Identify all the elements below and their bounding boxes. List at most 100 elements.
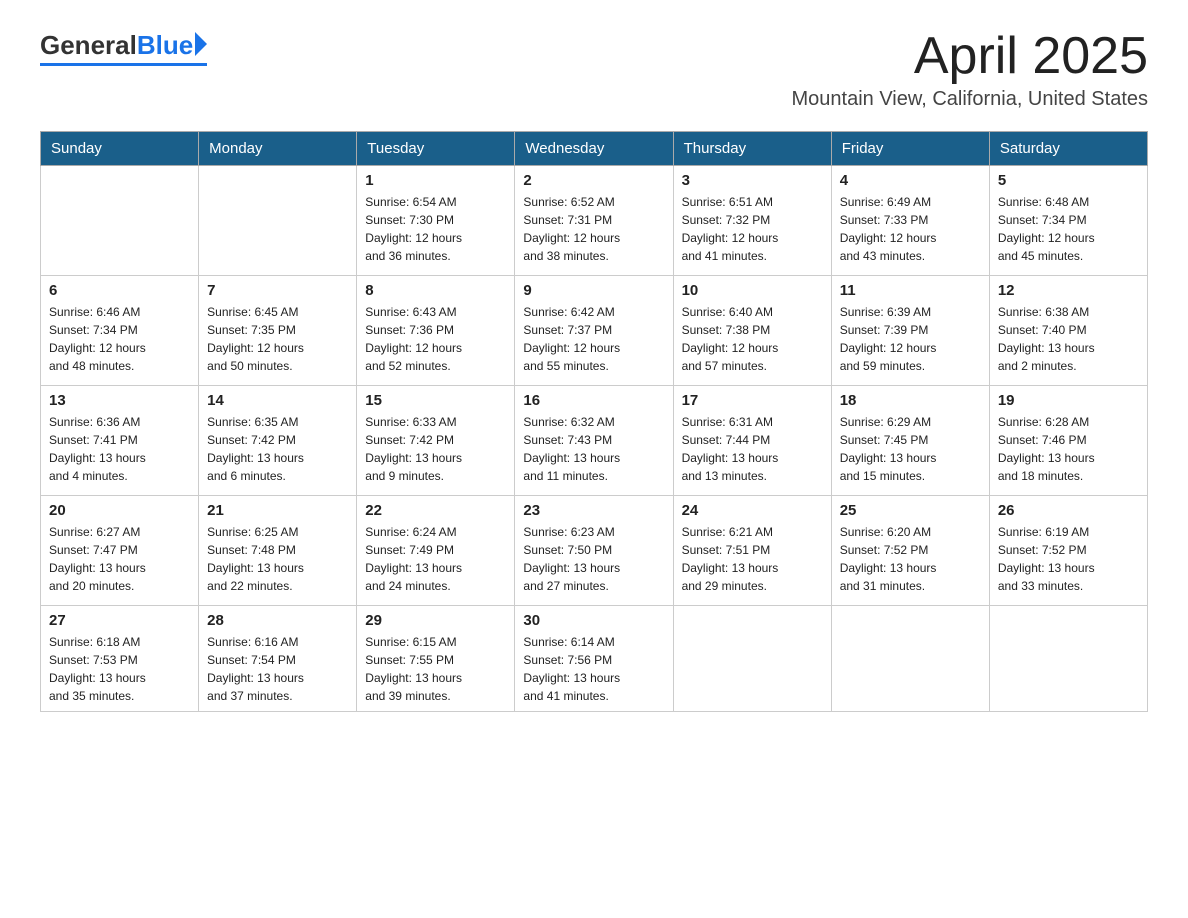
day-number: 4 [840, 172, 981, 189]
day-info: Sunrise: 6:15 AM Sunset: 7:55 PM Dayligh… [365, 633, 506, 705]
day-number: 1 [365, 172, 506, 189]
calendar-cell: 26 Sunrise: 6:19 AM Sunset: 7:52 PM Dayli… [989, 496, 1147, 606]
day-number: 12 [998, 282, 1139, 299]
day-number: 13 [49, 392, 190, 409]
day-info: Sunrise: 6:40 AM Sunset: 7:38 PM Dayligh… [682, 303, 823, 375]
calendar-cell [673, 606, 831, 712]
day-info: Sunrise: 6:39 AM Sunset: 7:39 PM Dayligh… [840, 303, 981, 375]
day-info: Sunrise: 6:23 AM Sunset: 7:50 PM Dayligh… [523, 523, 664, 595]
calendar-cell: 21 Sunrise: 6:25 AM Sunset: 7:48 PM Dayli… [199, 496, 357, 606]
day-info: Sunrise: 6:48 AM Sunset: 7:34 PM Dayligh… [998, 193, 1139, 265]
page-header: General Blue April 2025 Mountain View, C… [40, 30, 1148, 111]
calendar-week-row: 20Sunrise: 6:27 AM Sunset: 7:47 PM Dayli… [41, 496, 1148, 606]
calendar-cell: 23 Sunrise: 6:23 AM Sunset: 7:50 PM Dayli… [515, 496, 673, 606]
calendar-cell: 19Sunrise: 6:28 AM Sunset: 7:46 PM Dayli… [989, 386, 1147, 496]
calendar-cell: 16Sunrise: 6:32 AM Sunset: 7:43 PM Dayli… [515, 386, 673, 496]
calendar-cell [831, 606, 989, 712]
column-header-wednesday: Wednesday [515, 132, 673, 166]
day-info: Sunrise: 6:43 AM Sunset: 7:36 PM Dayligh… [365, 303, 506, 375]
day-info: Sunrise: 6:24 AM Sunset: 7:49 PM Dayligh… [365, 523, 506, 595]
day-info: Sunrise: 6:42 AM Sunset: 7:37 PM Dayligh… [523, 303, 664, 375]
day-info: Sunrise: 6:14 AM Sunset: 7:56 PM Dayligh… [523, 633, 664, 705]
calendar-cell: 8 Sunrise: 6:43 AM Sunset: 7:36 PM Daylig… [357, 276, 515, 386]
calendar-cell: 4 Sunrise: 6:49 AM Sunset: 7:33 PM Daylig… [831, 166, 989, 276]
day-info: Sunrise: 6:33 AM Sunset: 7:42 PM Dayligh… [365, 413, 506, 485]
day-info: Sunrise: 6:32 AM Sunset: 7:43 PM Dayligh… [523, 413, 664, 485]
day-info: Sunrise: 6:19 AM Sunset: 7:52 PM Dayligh… [998, 523, 1139, 595]
calendar-cell: 20Sunrise: 6:27 AM Sunset: 7:47 PM Dayli… [41, 496, 199, 606]
day-number: 27 [49, 612, 190, 629]
calendar-cell: 14 Sunrise: 6:35 AM Sunset: 7:42 PM Dayli… [199, 386, 357, 496]
day-number: 25 [840, 502, 981, 519]
day-info: Sunrise: 6:45 AM Sunset: 7:35 PM Dayligh… [207, 303, 348, 375]
logo-triangle-icon [195, 32, 207, 56]
day-number: 29 [365, 612, 506, 629]
day-info: Sunrise: 6:52 AM Sunset: 7:31 PM Dayligh… [523, 193, 664, 265]
day-info: Sunrise: 6:29 AM Sunset: 7:45 PM Dayligh… [840, 413, 981, 485]
day-number: 8 [365, 282, 506, 299]
day-number: 7 [207, 282, 348, 299]
calendar-header-row: SundayMondayTuesdayWednesdayThursdayFrid… [41, 132, 1148, 166]
calendar-cell [989, 606, 1147, 712]
calendar-cell: 7 Sunrise: 6:45 AM Sunset: 7:35 PM Daylig… [199, 276, 357, 386]
calendar-cell: 5 Sunrise: 6:48 AM Sunset: 7:34 PM Daylig… [989, 166, 1147, 276]
day-info: Sunrise: 6:49 AM Sunset: 7:33 PM Dayligh… [840, 193, 981, 265]
day-number: 24 [682, 502, 823, 519]
calendar-cell: 27 Sunrise: 6:18 AM Sunset: 7:53 PM Dayli… [41, 606, 199, 712]
day-info: Sunrise: 6:51 AM Sunset: 7:32 PM Dayligh… [682, 193, 823, 265]
logo-underline [40, 63, 207, 66]
day-number: 5 [998, 172, 1139, 189]
day-number: 17 [682, 392, 823, 409]
calendar-cell: 24 Sunrise: 6:21 AM Sunset: 7:51 PM Dayli… [673, 496, 831, 606]
day-number: 26 [998, 502, 1139, 519]
calendar-cell [199, 166, 357, 276]
calendar-cell: 15Sunrise: 6:33 AM Sunset: 7:42 PM Dayli… [357, 386, 515, 496]
day-info: Sunrise: 6:25 AM Sunset: 7:48 PM Dayligh… [207, 523, 348, 595]
day-info: Sunrise: 6:20 AM Sunset: 7:52 PM Dayligh… [840, 523, 981, 595]
calendar-cell: 13 Sunrise: 6:36 AM Sunset: 7:41 PM Dayli… [41, 386, 199, 496]
day-info: Sunrise: 6:35 AM Sunset: 7:42 PM Dayligh… [207, 413, 348, 485]
calendar-cell: 25 Sunrise: 6:20 AM Sunset: 7:52 PM Dayli… [831, 496, 989, 606]
calendar-cell: 30Sunrise: 6:14 AM Sunset: 7:56 PM Dayli… [515, 606, 673, 712]
day-info: Sunrise: 6:21 AM Sunset: 7:51 PM Dayligh… [682, 523, 823, 595]
calendar-table: SundayMondayTuesdayWednesdayThursdayFrid… [40, 131, 1148, 712]
calendar-cell: 22 Sunrise: 6:24 AM Sunset: 7:49 PM Dayli… [357, 496, 515, 606]
day-info: Sunrise: 6:18 AM Sunset: 7:53 PM Dayligh… [49, 633, 190, 705]
day-info: Sunrise: 6:28 AM Sunset: 7:46 PM Dayligh… [998, 413, 1139, 485]
logo-general-text: General [40, 30, 137, 61]
calendar-cell [41, 166, 199, 276]
day-number: 22 [365, 502, 506, 519]
day-info: Sunrise: 6:36 AM Sunset: 7:41 PM Dayligh… [49, 413, 190, 485]
calendar-cell: 12 Sunrise: 6:38 AM Sunset: 7:40 PM Dayli… [989, 276, 1147, 386]
day-number: 2 [523, 172, 664, 189]
calendar-week-row: 27 Sunrise: 6:18 AM Sunset: 7:53 PM Dayli… [41, 606, 1148, 712]
day-number: 9 [523, 282, 664, 299]
calendar-cell: 28Sunrise: 6:16 AM Sunset: 7:54 PM Dayli… [199, 606, 357, 712]
calendar-week-row: 1Sunrise: 6:54 AM Sunset: 7:30 PM Daylig… [41, 166, 1148, 276]
column-header-thursday: Thursday [673, 132, 831, 166]
calendar-cell: 2 Sunrise: 6:52 AM Sunset: 7:31 PM Daylig… [515, 166, 673, 276]
calendar-cell: 17 Sunrise: 6:31 AM Sunset: 7:44 PM Dayli… [673, 386, 831, 496]
calendar-cell: 6 Sunrise: 6:46 AM Sunset: 7:34 PM Daylig… [41, 276, 199, 386]
day-number: 11 [840, 282, 981, 299]
day-info: Sunrise: 6:38 AM Sunset: 7:40 PM Dayligh… [998, 303, 1139, 375]
day-number: 14 [207, 392, 348, 409]
day-number: 6 [49, 282, 190, 299]
day-number: 23 [523, 502, 664, 519]
day-info: Sunrise: 6:46 AM Sunset: 7:34 PM Dayligh… [49, 303, 190, 375]
calendar-week-row: 6 Sunrise: 6:46 AM Sunset: 7:34 PM Daylig… [41, 276, 1148, 386]
calendar-cell: 10 Sunrise: 6:40 AM Sunset: 7:38 PM Dayli… [673, 276, 831, 386]
calendar-cell: 9 Sunrise: 6:42 AM Sunset: 7:37 PM Daylig… [515, 276, 673, 386]
calendar-cell: 3Sunrise: 6:51 AM Sunset: 7:32 PM Daylig… [673, 166, 831, 276]
day-info: Sunrise: 6:31 AM Sunset: 7:44 PM Dayligh… [682, 413, 823, 485]
column-header-monday: Monday [199, 132, 357, 166]
day-number: 10 [682, 282, 823, 299]
calendar-cell: 18Sunrise: 6:29 AM Sunset: 7:45 PM Dayli… [831, 386, 989, 496]
calendar-cell: 11 Sunrise: 6:39 AM Sunset: 7:39 PM Dayli… [831, 276, 989, 386]
day-number: 21 [207, 502, 348, 519]
title-section: April 2025 Mountain View, California, Un… [792, 30, 1149, 111]
logo-blue-text: Blue [137, 30, 193, 61]
calendar-cell: 29 Sunrise: 6:15 AM Sunset: 7:55 PM Dayli… [357, 606, 515, 712]
day-info: Sunrise: 6:16 AM Sunset: 7:54 PM Dayligh… [207, 633, 348, 705]
day-info: Sunrise: 6:27 AM Sunset: 7:47 PM Dayligh… [49, 523, 190, 595]
